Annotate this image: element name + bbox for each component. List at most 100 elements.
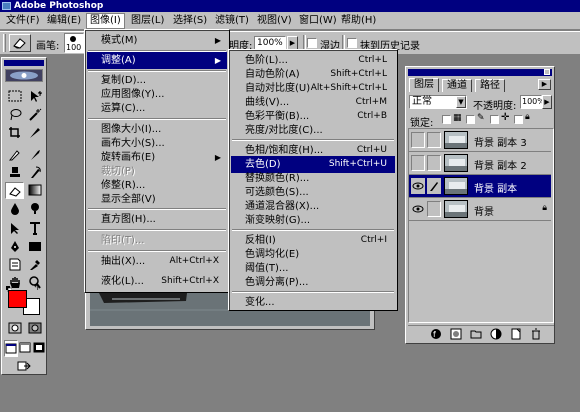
image-menu-liquify[interactable]: 液化(L)... Shift+Ctrl+X xyxy=(87,273,227,290)
eyedropper-tool[interactable] xyxy=(25,256,44,273)
menu-select[interactable]: 选择(S) xyxy=(170,14,210,28)
palette-menu-button[interactable]: ▶ xyxy=(538,79,551,90)
menu-layer[interactable]: 图层(L) xyxy=(128,14,167,28)
menu-item-shortcut: Alt+Ctrl+X xyxy=(169,256,219,266)
adjust-variations[interactable]: 变化... xyxy=(231,294,395,311)
adjust-brightness-contrast[interactable]: 亮度/对比度(C)... xyxy=(231,122,395,139)
visibility-toggle[interactable] xyxy=(411,132,425,148)
menu-file[interactable]: 文件(F) xyxy=(3,14,43,28)
layer-row[interactable]: 背景 🔒︎ xyxy=(409,198,551,221)
submenu-arrow-icon: ▶ xyxy=(214,36,221,45)
path-selection-tool[interactable] xyxy=(5,220,24,237)
rectangle-tool[interactable] xyxy=(25,238,44,255)
new-layer-icon[interactable] xyxy=(510,328,522,340)
visibility-toggle[interactable] xyxy=(411,155,425,171)
lock-all-checkbox[interactable] xyxy=(514,115,523,124)
brush-picker[interactable]: 100 xyxy=(64,33,84,53)
blend-mode-select[interactable]: 正常 ▼ xyxy=(409,95,467,109)
menu-window[interactable]: 窗口(W) xyxy=(296,14,340,28)
standard-screen-mode-button[interactable] xyxy=(4,340,18,357)
wet-edges-checkbox[interactable] xyxy=(307,38,317,48)
gradient-tool[interactable] xyxy=(25,182,44,199)
dodge-tool[interactable] xyxy=(25,200,44,217)
pen-tool[interactable] xyxy=(5,238,24,255)
layer-opacity-arrow[interactable]: ▶ xyxy=(542,95,552,109)
image-menu-calculations[interactable]: 运算(C)... xyxy=(87,100,227,117)
marquee-tool[interactable] xyxy=(5,88,24,105)
image-menu-histogram[interactable]: 直方图(H)... xyxy=(87,211,227,228)
eye-icon[interactable] xyxy=(411,178,425,194)
toolbox-logo[interactable] xyxy=(5,69,43,82)
layers-palette: 图层 通道 路径 ▶ 正常 ▼ 不透明度: 100% ▶ 锁定: ▦ ✎ ✛ 🔒… xyxy=(405,66,555,344)
layer-opacity-input[interactable]: 100% xyxy=(520,95,545,109)
brush-icon[interactable] xyxy=(427,178,441,194)
image-menu-reveal-all[interactable]: 显示全部(V) xyxy=(87,191,227,208)
options-grip[interactable] xyxy=(3,34,6,52)
notes-tool[interactable] xyxy=(5,256,24,273)
swap-colors-icon[interactable]: ↰ xyxy=(33,284,41,292)
lock-position-checkbox[interactable] xyxy=(490,115,499,124)
brush-dot-icon xyxy=(70,36,76,42)
menu-item-label: 模式(M) xyxy=(101,35,138,46)
layer-row[interactable]: 背景 副本 3 xyxy=(409,129,551,152)
erase-history-checkbox[interactable] xyxy=(347,38,357,48)
menu-item-label: 显示全部(V) xyxy=(101,194,156,205)
delete-layer-icon[interactable] xyxy=(530,328,542,340)
crop-tool[interactable] xyxy=(5,124,24,141)
add-layer-mask-icon[interactable] xyxy=(450,328,462,340)
menu-edit[interactable]: 编辑(E) xyxy=(44,14,84,28)
tab-layers[interactable]: 图层 xyxy=(409,78,439,92)
adjust-gradient-map[interactable]: 渐变映射(G)... xyxy=(231,212,395,229)
move-tool[interactable] xyxy=(25,88,44,105)
menu-separator xyxy=(232,229,394,231)
jump-to-imageready-button[interactable] xyxy=(14,358,33,375)
image-menu-mode[interactable]: 模式(M) ▶ xyxy=(87,32,227,49)
link-toggle[interactable] xyxy=(427,201,441,217)
new-adjustment-layer-icon[interactable] xyxy=(490,328,502,340)
full-screen-menu-mode-button[interactable] xyxy=(18,340,32,357)
close-icon[interactable] xyxy=(544,69,550,75)
lasso-tool[interactable] xyxy=(5,106,24,123)
clone-stamp-tool[interactable] xyxy=(5,164,24,181)
link-toggle[interactable] xyxy=(427,132,441,148)
menu-help[interactable]: 帮助(H) xyxy=(338,14,379,28)
eraser-tool[interactable] xyxy=(5,182,24,199)
layer-row[interactable]: 背景 副本 2 xyxy=(409,152,551,175)
quick-mask-button[interactable] xyxy=(25,320,44,337)
menu-filter[interactable]: 滤镜(T) xyxy=(212,14,252,28)
image-menu-adjust[interactable]: 调整(A) ▶ xyxy=(87,52,227,69)
brush-tool[interactable] xyxy=(25,146,44,163)
toolbox-title-bar[interactable] xyxy=(4,60,44,66)
link-toggle[interactable] xyxy=(427,155,441,171)
eraser-tool-preset-button[interactable] xyxy=(9,34,31,52)
menu-item-label: 渐变映射(G)... xyxy=(245,215,311,226)
new-set-icon[interactable] xyxy=(470,328,482,340)
standard-mode-button[interactable] xyxy=(5,320,24,337)
opacity-input[interactable]: 100% xyxy=(254,36,286,50)
magic-wand-tool[interactable] xyxy=(25,106,44,123)
eye-icon[interactable] xyxy=(411,201,425,217)
type-tool[interactable] xyxy=(25,220,44,237)
menu-view[interactable]: 视图(V) xyxy=(254,14,295,28)
menu-image[interactable]: 图像(I) xyxy=(86,13,125,29)
adjust-posterize[interactable]: 色调分离(P)... xyxy=(231,274,395,291)
layer-thumbnail xyxy=(444,131,468,149)
blur-tool[interactable] xyxy=(5,200,24,217)
image-menu-extract[interactable]: 抽出(X)... Alt+Ctrl+X xyxy=(87,253,227,270)
healing-brush-tool[interactable] xyxy=(5,146,24,163)
lock-transparency-checkbox[interactable] xyxy=(442,115,451,124)
layers-palette-title-bar[interactable] xyxy=(408,69,552,76)
slice-tool[interactable] xyxy=(25,124,44,141)
tab-paths[interactable]: 路径 xyxy=(475,79,505,92)
image-menu-trap: 陷印(T)... xyxy=(87,232,227,249)
full-screen-mode-button[interactable] xyxy=(32,340,46,357)
add-layer-style-icon[interactable]: f xyxy=(430,328,442,340)
history-brush-tool[interactable] xyxy=(25,164,44,181)
layer-row-selected[interactable]: 背景 副本 xyxy=(409,175,551,198)
foreground-color-swatch[interactable] xyxy=(8,290,27,308)
opacity-arrow-button[interactable]: ▶ xyxy=(287,36,298,50)
lock-pixels-checkbox[interactable] xyxy=(466,115,475,124)
menu-item-label: 裁切(P) xyxy=(101,166,135,177)
tab-channels[interactable]: 通道 xyxy=(442,79,472,92)
layer-thumbnail xyxy=(444,177,468,195)
